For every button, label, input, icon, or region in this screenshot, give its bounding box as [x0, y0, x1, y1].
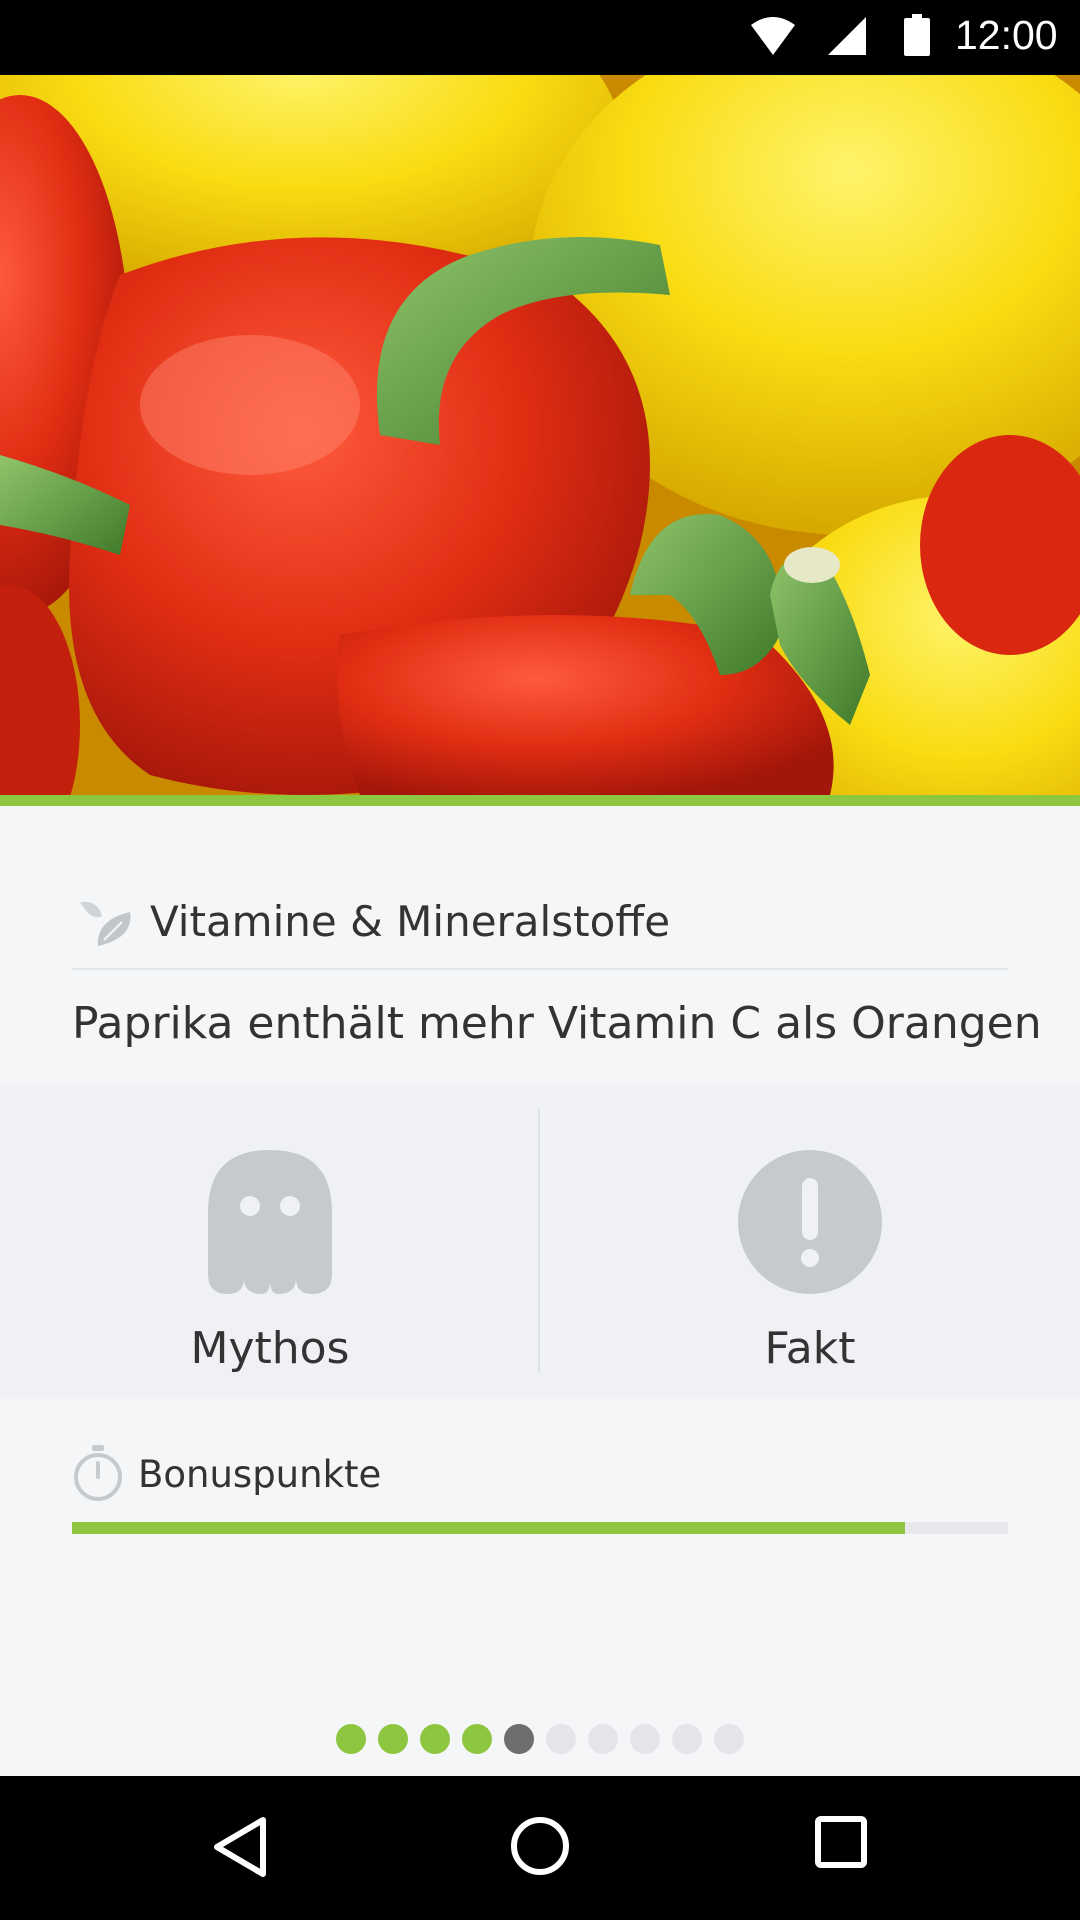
home-icon[interactable] — [510, 1816, 570, 1876]
page-dot — [714, 1724, 744, 1754]
wifi-icon — [751, 17, 795, 55]
page-dot — [588, 1724, 618, 1754]
page-dot — [420, 1724, 450, 1754]
bonus-progress-fill — [72, 1522, 906, 1534]
hero-accent-bar — [0, 795, 1080, 806]
navigation-bar — [0, 1776, 1080, 1920]
leaf-icon — [80, 901, 131, 946]
quiz-statement: Paprika enthält mehr Vitamin C als Orang… — [72, 998, 1042, 1049]
ghost-icon — [208, 1150, 332, 1294]
page-dot — [504, 1724, 534, 1754]
answer-options: Mythos Fakt — [0, 1085, 1080, 1397]
stopwatch-icon — [74, 1445, 122, 1501]
page-dot — [672, 1724, 702, 1754]
fact-button[interactable]: Fakt — [540, 1085, 1080, 1397]
hero-image — [0, 75, 1080, 795]
myth-label: Mythos — [190, 1323, 350, 1374]
page-dot — [630, 1724, 660, 1754]
myth-button[interactable]: Mythos — [0, 1085, 540, 1397]
page-dot — [546, 1724, 576, 1754]
page-dot — [336, 1724, 366, 1754]
bonus-progress-bar — [72, 1522, 1008, 1534]
back-icon[interactable] — [211, 1816, 269, 1878]
cell-signal-icon — [828, 17, 866, 55]
page-indicator — [0, 1724, 1080, 1754]
category-label: Vitamine & Mineralstoffe — [150, 897, 671, 946]
fact-label: Fakt — [764, 1323, 856, 1374]
category-header: Vitamine & Mineralstoffe — [72, 890, 1008, 970]
recents-icon[interactable] — [815, 1816, 867, 1868]
bonus-label: Bonuspunkte — [138, 1453, 382, 1496]
battery-icon — [904, 14, 930, 56]
status-bar: 12:00 — [0, 0, 1080, 75]
page-dot — [378, 1724, 408, 1754]
status-time: 12:00 — [955, 12, 1058, 58]
exclamation-circle-icon — [738, 1150, 882, 1294]
page-dot — [462, 1724, 492, 1754]
